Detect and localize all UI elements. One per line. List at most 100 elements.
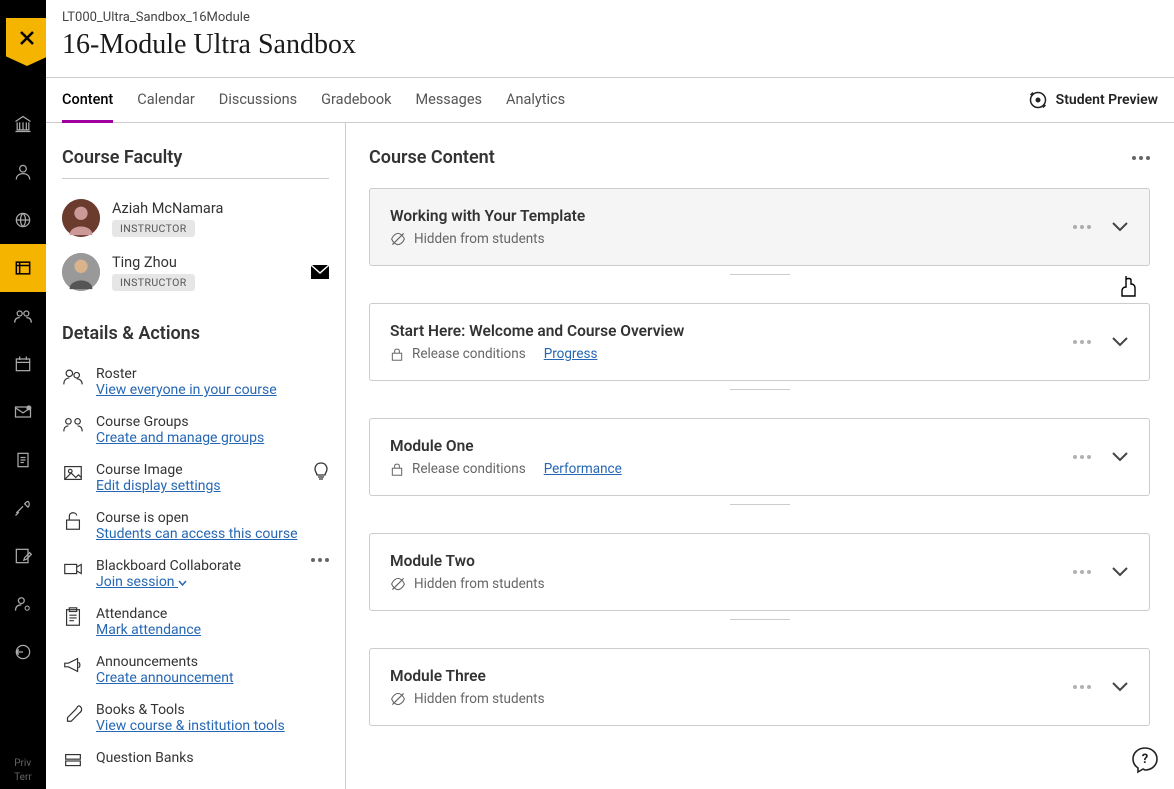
- content-item-template[interactable]: Working with Your Template Hidden from s…: [369, 188, 1150, 266]
- content-divider: [730, 389, 790, 390]
- hidden-icon: [390, 231, 406, 247]
- announce-label: Announcements: [96, 654, 234, 670]
- rail-tools[interactable]: [0, 484, 46, 532]
- rail-signout[interactable]: [0, 628, 46, 676]
- content-item-start[interactable]: Start Here: Welcome and Course Overview …: [369, 303, 1150, 381]
- content-header: Course Content: [369, 147, 1150, 168]
- student-preview-button[interactable]: Student Preview: [1028, 78, 1158, 122]
- announce-link[interactable]: Create announcement: [96, 670, 234, 686]
- tab-messages[interactable]: Messages: [415, 79, 482, 122]
- course-body: Course Faculty Aziah McNamara INSTRUCTOR…: [46, 123, 1174, 789]
- roster-link[interactable]: View everyone in your course: [96, 382, 277, 398]
- faculty-name: Aziah McNamara: [112, 200, 223, 217]
- avatar-icon: [62, 253, 100, 291]
- chevron-down-icon[interactable]: [1111, 681, 1129, 693]
- faculty-item-1[interactable]: Ting Zhou INSTRUCTOR: [62, 245, 329, 299]
- faculty-role-badge: INSTRUCTOR: [112, 274, 195, 291]
- chevron-down-icon[interactable]: [1111, 566, 1129, 578]
- books-link[interactable]: View course & institution tools: [96, 718, 285, 734]
- tab-gradebook[interactable]: Gradebook: [321, 79, 391, 122]
- content-item-title: Module Three: [390, 667, 545, 685]
- content-item-more-button[interactable]: [1073, 685, 1091, 689]
- details-image: Course Image Edit display settings: [62, 454, 329, 502]
- help-button[interactable]: ?: [1130, 745, 1160, 775]
- footer-terms[interactable]: Terr: [14, 771, 32, 785]
- content-item-module-one[interactable]: Module One Release conditions Performanc…: [369, 418, 1150, 496]
- chevron-down-icon[interactable]: [1111, 451, 1129, 463]
- collab-more-button[interactable]: [311, 558, 329, 562]
- content-item-title: Start Here: Welcome and Course Overview: [390, 322, 684, 340]
- details-books: Books & Tools View course & institution …: [62, 694, 329, 742]
- content-item-progress-link[interactable]: Progress: [544, 346, 598, 362]
- content-item-subtitle: Hidden from students: [414, 576, 545, 592]
- details-roster: Roster View everyone in your course: [62, 358, 329, 406]
- content-title: Course Content: [369, 147, 495, 168]
- course-panel: LT000_Ultra_Sandbox_16Module 16-Module U…: [46, 0, 1174, 789]
- image-link[interactable]: Edit display settings: [96, 478, 221, 494]
- tab-analytics[interactable]: Analytics: [506, 79, 565, 122]
- person-icon: [13, 162, 33, 182]
- rail-grades[interactable]: [0, 436, 46, 484]
- rail-activity[interactable]: [0, 196, 46, 244]
- student-preview-label: Student Preview: [1056, 92, 1158, 108]
- content-item-module-two[interactable]: Module Two Hidden from students: [369, 533, 1150, 611]
- hidden-icon: [390, 691, 406, 707]
- chevron-down-icon[interactable]: [1111, 221, 1129, 233]
- calendar-icon: [13, 354, 33, 374]
- content-item-performance-link[interactable]: Performance: [544, 461, 622, 477]
- groups-label: Course Groups: [96, 414, 264, 430]
- tab-content[interactable]: Content: [62, 79, 113, 123]
- left-rail: Priv Terr: [0, 0, 46, 789]
- content-item-more-button[interactable]: [1073, 340, 1091, 344]
- content-item-title: Working with Your Template: [390, 207, 585, 225]
- avatar-icon: [62, 199, 100, 237]
- rail-profile[interactable]: [0, 148, 46, 196]
- course-sidebar: Course Faculty Aziah McNamara INSTRUCTOR…: [46, 123, 346, 789]
- faculty-item-0[interactable]: Aziah McNamara INSTRUCTOR: [62, 191, 329, 245]
- student-preview-icon: [1028, 90, 1048, 110]
- details-section-title: Details & Actions: [62, 323, 329, 344]
- course-title: 16-Module Ultra Sandbox: [62, 29, 1158, 61]
- faculty-name: Ting Zhou: [112, 254, 195, 271]
- content-item-more-button[interactable]: [1073, 570, 1091, 574]
- rail-footer: Priv Terr: [12, 753, 34, 789]
- rail-assist[interactable]: [0, 532, 46, 580]
- edit-icon: [13, 546, 33, 566]
- content-more-button[interactable]: [1132, 156, 1150, 160]
- chevron-down-icon[interactable]: [1111, 336, 1129, 348]
- globe-icon: [13, 210, 33, 230]
- attendance-link[interactable]: Mark attendance: [96, 622, 201, 638]
- course-tabs: Content Calendar Discussions Gradebook M…: [62, 79, 565, 122]
- megaphone-icon: [62, 654, 84, 676]
- details-attendance: Attendance Mark attendance: [62, 598, 329, 646]
- open-label: Course is open: [96, 510, 298, 526]
- tab-calendar[interactable]: Calendar: [137, 79, 195, 122]
- rail-admin[interactable]: [0, 580, 46, 628]
- collab-link[interactable]: Join session: [96, 574, 187, 590]
- lightbulb-icon[interactable]: [313, 462, 329, 486]
- close-icon: [19, 30, 35, 46]
- rail-courses[interactable]: [0, 244, 46, 292]
- lock-icon: [390, 462, 404, 476]
- content-item-more-button[interactable]: [1073, 455, 1091, 459]
- rail-messages[interactable]: [0, 388, 46, 436]
- faculty-role-badge: INSTRUCTOR: [112, 220, 195, 237]
- camera-icon: [62, 558, 84, 580]
- details-announce: Announcements Create announcement: [62, 646, 329, 694]
- content-divider: [730, 274, 790, 275]
- footer-privacy[interactable]: Priv: [14, 757, 32, 771]
- rail-organizations[interactable]: [0, 292, 46, 340]
- close-course-button[interactable]: [6, 18, 48, 66]
- rail-calendar[interactable]: [0, 340, 46, 388]
- content-item-more-button[interactable]: [1073, 225, 1091, 229]
- content-item-module-three[interactable]: Module Three Hidden from students: [369, 648, 1150, 726]
- open-link[interactable]: Students can access this course: [96, 526, 298, 542]
- rail-institution[interactable]: [0, 100, 46, 148]
- lock-icon: [390, 347, 404, 361]
- content-item-release: Release conditions: [412, 346, 526, 362]
- course-code: LT000_Ultra_Sandbox_16Module: [62, 10, 1158, 25]
- groups-link[interactable]: Create and manage groups: [96, 430, 264, 446]
- qbanks-label: Question Banks: [96, 750, 194, 766]
- mail-icon[interactable]: [311, 265, 329, 279]
- tab-discussions[interactable]: Discussions: [219, 79, 297, 122]
